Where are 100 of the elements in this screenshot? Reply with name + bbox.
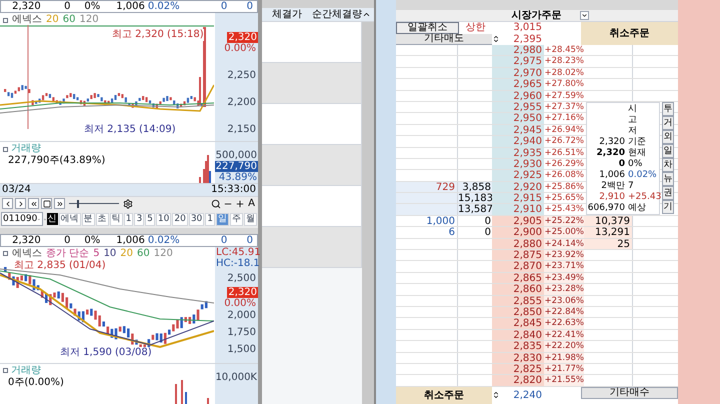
price-cell[interactable]: 2,880 (492, 238, 544, 250)
price-cell[interactable]: 2,820 (492, 375, 544, 386)
period-tab[interactable]: 30 (188, 212, 204, 226)
period-tab[interactable]: 3 (134, 212, 144, 226)
legend-label: 60 (62, 14, 76, 26)
legend-label: 에넥스 (12, 248, 42, 260)
scrollbar[interactable] (362, 22, 374, 404)
price-cell[interactable]: 2,945 (492, 124, 544, 136)
price-cell[interactable]: 2,975 (492, 56, 544, 67)
price-cell[interactable]: 2,840 (492, 330, 544, 340)
font-size-button[interactable]: A (247, 198, 256, 209)
price-cell[interactable]: 2,875 (492, 250, 544, 260)
square-icon (42, 200, 50, 208)
dropdown-icon[interactable] (580, 11, 589, 20)
settings-icon[interactable] (123, 198, 133, 208)
change-cell: +22.84% (544, 306, 584, 318)
price-cell[interactable]: 2,910 (492, 204, 544, 215)
period-tab[interactable]: 월 (244, 212, 257, 226)
period-tab[interactable]: 5 (145, 212, 155, 226)
period-tab[interactable]: 일 (216, 212, 229, 226)
period-tab[interactable]: 10 (156, 212, 172, 226)
side-tab[interactable]: 거 (662, 116, 674, 130)
price-cell[interactable]: 2,860 (492, 284, 544, 295)
other-sell-button[interactable]: 기타매도 (396, 34, 492, 45)
end-price: 2,240 (512, 390, 543, 401)
stock-code-field[interactable]: 011090 (1, 212, 43, 226)
price-tag: 2,320 (227, 286, 258, 298)
stop-button[interactable] (41, 198, 52, 209)
price-cell[interactable]: 2,925 (492, 170, 544, 181)
spinner-icon[interactable] (492, 391, 500, 400)
cancel-all-button[interactable]: 일괄취소 (396, 22, 459, 34)
quote-value: 0 (246, 1, 254, 12)
change-cell: +25.22% (544, 216, 584, 226)
price-cell[interactable]: 2,865 (492, 272, 544, 284)
cancel-order-button[interactable]: 취소주문 (581, 22, 678, 45)
period-tab[interactable]: 틱 (110, 212, 123, 226)
side-tab[interactable]: 기 (662, 200, 674, 214)
summary-line: 1,006 0.02% (598, 170, 657, 180)
price-cell[interactable]: 2,825 (492, 364, 544, 374)
price-cell[interactable]: 2,850 (492, 306, 544, 318)
price-cell[interactable]: 2,980 (492, 45, 544, 56)
side-tab[interactable]: 일 (662, 144, 674, 158)
change-cell: +26.29% (544, 158, 584, 170)
search-icon[interactable] (211, 198, 222, 208)
change-cell: +28.45% (544, 45, 584, 56)
side-tab[interactable]: 권 (662, 186, 674, 200)
period-tab[interactable]: 1 (205, 212, 215, 226)
price-cell[interactable]: 2,920 (492, 182, 544, 192)
change-cell: +22.63% (544, 318, 584, 329)
period-tab[interactable]: 분 (82, 212, 95, 226)
price-cell[interactable]: 2,970 (492, 68, 544, 78)
period-tab[interactable]: 20 (172, 212, 188, 226)
period-tab[interactable]: 초 (96, 212, 109, 226)
side-tab[interactable]: 외 (662, 130, 674, 144)
price-cell[interactable]: 2,830 (492, 352, 544, 363)
price-cell[interactable]: 2,915 (492, 193, 544, 204)
order-quantity: 1,000 (396, 216, 458, 226)
period-tab[interactable]: 주 (230, 212, 243, 226)
double-chevron-left-icon (30, 200, 38, 208)
rewind-button[interactable] (28, 198, 39, 209)
speed-slider[interactable] (69, 200, 119, 208)
cancel-order-button[interactable]: 취소주문 (396, 386, 492, 404)
quote-value: 1,006 (115, 234, 145, 246)
other-buy-button[interactable]: 기타매수 (581, 386, 678, 399)
previous-button[interactable] (2, 198, 13, 209)
price-cell[interactable]: 2,940 (492, 136, 544, 147)
price-cell[interactable]: 2,950 (492, 113, 544, 124)
price-cell[interactable]: 2,965 (492, 79, 544, 90)
price-cell[interactable]: 2,905 (492, 216, 544, 226)
upper-limit-price: 3,015 (512, 22, 543, 34)
change-cell: +21.77% (544, 364, 584, 374)
price-cell[interactable]: 2,835 (492, 341, 544, 352)
scroll-up-icon[interactable] (362, 10, 371, 19)
legend-marker-icon (3, 368, 8, 373)
start-price: 2,395 (512, 34, 543, 45)
price-cell[interactable]: 2,955 (492, 102, 544, 112)
price-cell[interactable]: 2,935 (492, 148, 544, 158)
price-cell[interactable]: 2,855 (492, 296, 544, 306)
price-cell[interactable]: 2,900 (492, 227, 544, 238)
price-cell[interactable]: 2,870 (492, 261, 544, 272)
fast-forward-button[interactable] (54, 198, 65, 209)
side-tab[interactable]: 차 (662, 158, 674, 172)
side-tab[interactable]: 뉴 (662, 172, 674, 186)
quote-value: 0.02% (146, 1, 180, 12)
axis-tick: 2,250 (227, 70, 256, 81)
change-cell: +26.94% (544, 124, 584, 136)
next-button[interactable] (15, 198, 26, 209)
period-tab[interactable]: 에넥 (58, 212, 81, 226)
legend-label: 60 (137, 248, 150, 260)
price-cell[interactable]: 2,845 (492, 318, 544, 329)
period-tab[interactable]: 1 (124, 212, 134, 226)
time-label: 15:33:00 (211, 184, 256, 195)
change-cell: +27.37% (544, 102, 584, 112)
price-cell[interactable]: 2,960 (492, 90, 544, 101)
side-tab[interactable]: 투 (662, 102, 674, 116)
spinner-icon[interactable] (492, 35, 500, 44)
new-badge: 신 (46, 213, 58, 225)
price-cell[interactable]: 2,930 (492, 158, 544, 170)
summary-line: 0 0% (618, 159, 642, 170)
zoom-in-icon[interactable] (235, 198, 246, 208)
